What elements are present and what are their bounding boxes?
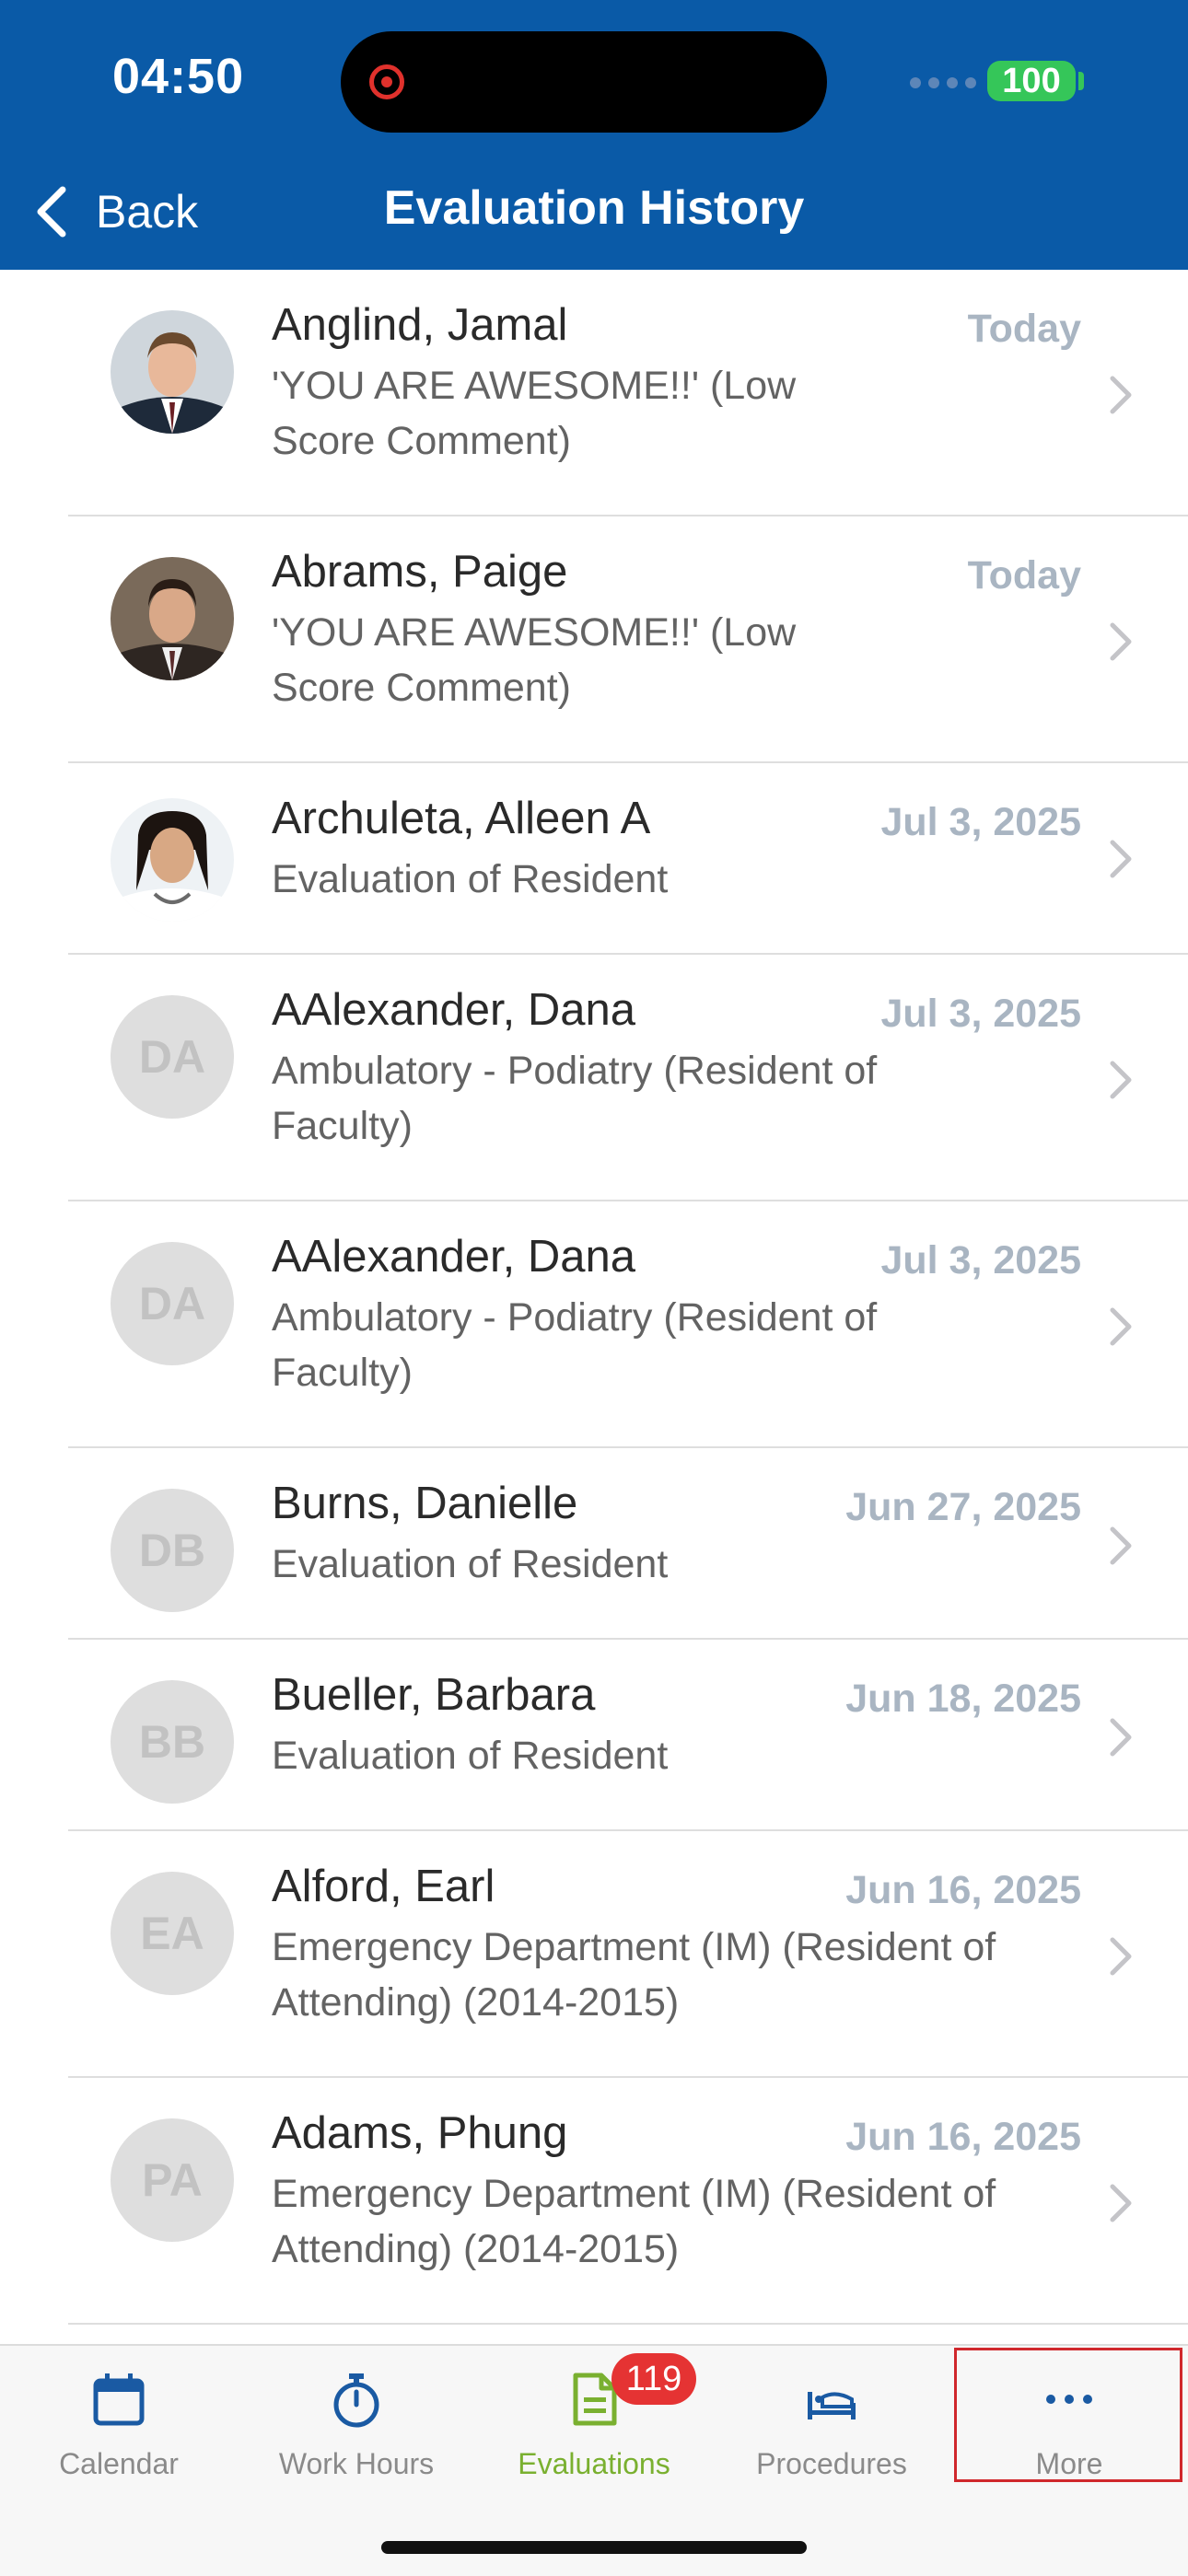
list-item[interactable]: Anglind, Jamal 'YOU ARE AWESOME!!' (Low … — [0, 270, 1188, 516]
chevron-right-icon — [1110, 1718, 1132, 1757]
avatar-initials: DA — [111, 1242, 234, 1365]
avatar-initials: DA — [111, 995, 234, 1119]
avatar-initials: PA — [111, 2118, 234, 2242]
avatar-photo — [111, 310, 234, 434]
chevron-right-icon — [1110, 840, 1132, 878]
home-indicator — [381, 2541, 807, 2554]
evaluation-subtitle: Ambulatory - Podiatry (Resident of Facul… — [272, 1049, 878, 1148]
evaluations-badge: 119 — [611, 2353, 696, 2405]
evaluation-date: Jun 18, 2025 — [845, 1677, 1081, 1721]
evaluator-name: Adams, Phung — [272, 2108, 568, 2158]
evaluator-name: AAlexander, Dana — [272, 1232, 635, 1282]
evaluation-subtitle: Evaluation of Resident — [272, 1542, 669, 1586]
avatar-photo — [111, 798, 234, 922]
row-divider — [68, 2323, 1188, 2325]
list-item[interactable]: BB Bueller, Barbara Evaluation of Reside… — [0, 1640, 1188, 1831]
avatar-initials: EA — [111, 1872, 234, 1995]
avatar-initials: BB — [111, 1680, 234, 1804]
chevron-right-icon — [1110, 622, 1132, 661]
chevron-right-icon — [1110, 1526, 1132, 1565]
list-item[interactable]: DB Burns, Danielle Evaluation of Residen… — [0, 1448, 1188, 1640]
tab-label: Evaluations — [518, 2447, 670, 2480]
tab-label: Calendar — [59, 2447, 179, 2480]
evaluation-date: Jul 3, 2025 — [880, 800, 1081, 844]
evaluation-date: Jun 16, 2025 — [845, 2115, 1081, 2159]
evaluator-name: Abrams, Paige — [272, 547, 568, 597]
list-item[interactable]: EA Alford, Earl Emergency Department (IM… — [0, 1831, 1188, 2078]
page-title: Evaluation History — [383, 181, 805, 235]
more-highlight-box — [954, 2348, 1182, 2482]
avatar-initials: DB — [111, 1489, 234, 1612]
evaluator-name: Burns, Danielle — [272, 1479, 578, 1528]
evaluation-subtitle: Evaluation of Resident — [272, 857, 669, 901]
tab-label: Work Hours — [278, 2447, 435, 2480]
recording-icon — [369, 64, 404, 99]
evaluation-date: Jul 3, 2025 — [880, 1238, 1081, 1282]
evaluation-date: Today — [967, 307, 1081, 351]
evaluation-date: Jun 16, 2025 — [845, 1868, 1081, 1912]
list-item[interactable]: PA Adams, Phung Emergency Department (IM… — [0, 2078, 1188, 2325]
evaluation-date: Today — [967, 553, 1081, 598]
evaluation-subtitle: Emergency Department (IM) (Resident of A… — [272, 2172, 996, 2271]
evaluation-date: Jun 27, 2025 — [845, 1485, 1081, 1529]
tab-label: Procedures — [756, 2447, 907, 2480]
evaluator-name: Bueller, Barbara — [272, 1670, 596, 1720]
evaluation-list: Anglind, Jamal 'YOU ARE AWESOME!!' (Low … — [0, 270, 1188, 2325]
tab-procedures[interactable]: Procedures — [713, 2346, 950, 2484]
evaluation-subtitle: Emergency Department (IM) (Resident of A… — [272, 1925, 996, 2025]
battery-tip — [1078, 72, 1084, 90]
chevron-right-icon — [1110, 2184, 1132, 2222]
list-item[interactable]: DA AAlexander, Dana Ambulatory - Podiatr… — [0, 955, 1188, 1201]
evaluator-name: Alford, Earl — [272, 1862, 495, 1911]
evaluator-name: Anglind, Jamal — [272, 300, 568, 350]
chevron-right-icon — [1110, 1937, 1132, 1976]
list-item[interactable]: Archuleta, Alleen A Evaluation of Reside… — [0, 763, 1188, 955]
signal-icon — [910, 77, 976, 88]
battery-indicator: 100 — [987, 61, 1076, 101]
evaluation-subtitle: Ambulatory - Podiatry (Resident of Facul… — [272, 1295, 878, 1395]
evaluation-subtitle: 'YOU ARE AWESOME!!' (Low Score Comment) — [272, 364, 797, 463]
stopwatch-icon — [333, 2373, 379, 2428]
tab-calendar[interactable]: Calendar — [0, 2346, 238, 2484]
chevron-right-icon — [1110, 376, 1132, 414]
chevron-right-icon — [1110, 1307, 1132, 1346]
evaluation-date: Jul 3, 2025 — [880, 992, 1081, 1036]
evaluation-subtitle: 'YOU ARE AWESOME!!' (Low Score Comment) — [272, 610, 797, 710]
list-item[interactable]: DA AAlexander, Dana Ambulatory - Podiatr… — [0, 1201, 1188, 1448]
dynamic-island — [341, 31, 827, 133]
app-header: 04:50 100 Back Evaluation History — [0, 0, 1188, 270]
tab-work-hours[interactable]: Work Hours — [238, 2346, 475, 2484]
evaluator-name: AAlexander, Dana — [272, 985, 635, 1035]
avatar-photo — [111, 557, 234, 680]
evaluator-name: Archuleta, Alleen A — [272, 794, 651, 843]
status-time: 04:50 — [112, 49, 245, 104]
calendar-icon — [93, 2373, 145, 2426]
evaluation-subtitle: Evaluation of Resident — [272, 1734, 669, 1778]
list-item[interactable]: Abrams, Paige 'YOU ARE AWESOME!!' (Low S… — [0, 516, 1188, 763]
bed-icon — [808, 2392, 856, 2419]
chevron-right-icon — [1110, 1061, 1132, 1099]
